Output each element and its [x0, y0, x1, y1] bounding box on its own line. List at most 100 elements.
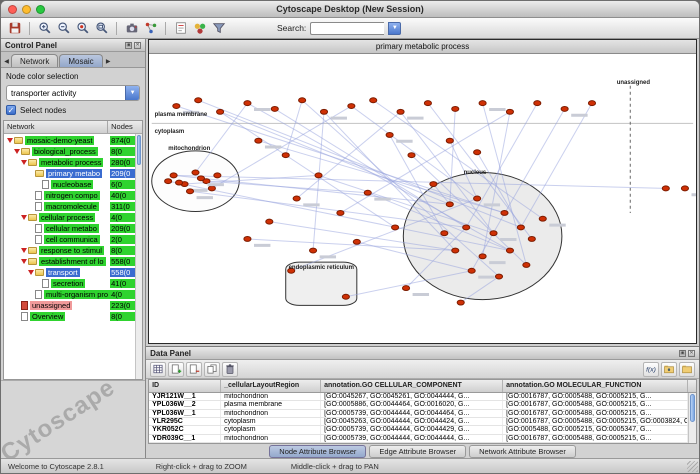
tree-row[interactable]: transport558(0 — [4, 267, 142, 278]
table-row[interactable]: YJR121W__1mitochondrion[GO:0045267, GO:0… — [149, 393, 688, 401]
network-node[interactable] — [282, 153, 289, 158]
network-node[interactable] — [457, 300, 464, 305]
function-builder-icon[interactable]: f(x) — [643, 362, 659, 377]
network-node[interactable] — [187, 189, 194, 194]
tree-expand-caret-icon[interactable] — [21, 215, 27, 220]
network-node[interactable] — [198, 176, 205, 181]
tree-header-nodes[interactable]: Nodes — [108, 121, 142, 133]
tree-row[interactable]: Overview8(0 — [4, 311, 142, 322]
network-node[interactable] — [474, 150, 481, 155]
network-node[interactable] — [479, 254, 486, 259]
zoom-in-icon[interactable] — [36, 20, 53, 37]
table-row[interactable]: YPL036W__1mitochondrion[GO:0005739, GO:0… — [149, 410, 688, 418]
network-node[interactable] — [468, 268, 475, 273]
network-node[interactable] — [321, 109, 328, 114]
minimize-window-button[interactable] — [22, 5, 31, 14]
network-node[interactable] — [479, 101, 486, 106]
network-node[interactable] — [386, 132, 393, 137]
network-node[interactable] — [310, 248, 317, 253]
network-node[interactable] — [534, 101, 541, 106]
open-folder-icon[interactable] — [679, 362, 695, 377]
tree-row[interactable]: response to stimul8(0 — [4, 245, 142, 256]
node-color-dropdown[interactable]: transporter activity ▼ — [6, 85, 140, 101]
network-node[interactable] — [214, 173, 221, 178]
network-node[interactable] — [452, 106, 459, 111]
delete-table-icon[interactable] — [222, 362, 238, 377]
network-node[interactable] — [501, 210, 508, 215]
tree-row[interactable]: cellular metabo209(0 — [4, 223, 142, 234]
network-node[interactable] — [244, 237, 251, 242]
network-node[interactable] — [315, 173, 322, 178]
tree-expand-caret-icon[interactable] — [21, 160, 27, 165]
network-node[interactable] — [353, 239, 360, 244]
zoom-window-button[interactable] — [36, 5, 45, 14]
column-header-region[interactable]: _cellularLayoutRegion — [221, 380, 321, 392]
close-data-panel-button[interactable]: ✕ — [688, 350, 695, 357]
tab-node-attribute-browser[interactable]: Node Attribute Browser — [269, 445, 366, 458]
network-node[interactable] — [528, 237, 535, 242]
snapshot-icon[interactable] — [123, 20, 140, 37]
tree-row[interactable]: primary metabo209(0 — [4, 168, 142, 179]
table-row[interactable]: YLR295Ccytoplasm[GO:0045263, GO:0044444,… — [149, 418, 688, 426]
tree-header-network[interactable]: Network — [4, 121, 108, 133]
table-scrollbar-thumb[interactable] — [690, 394, 695, 422]
tab-mosaic[interactable]: Mosaic — [59, 54, 102, 67]
tab-network[interactable]: Network — [11, 54, 58, 67]
network-node[interactable] — [430, 182, 437, 187]
float-panel-button[interactable]: ▣ — [125, 42, 132, 49]
float-data-panel-button[interactable]: ▣ — [679, 350, 686, 357]
tree-row[interactable]: secretion41(0 — [4, 278, 142, 289]
network-node[interactable] — [337, 210, 344, 215]
network-node[interactable] — [370, 98, 377, 103]
network-node[interactable] — [364, 190, 371, 195]
network-node[interactable] — [539, 216, 546, 221]
network-node[interactable] — [244, 101, 251, 106]
filter-tool-icon[interactable] — [210, 20, 227, 37]
network-node[interactable] — [517, 225, 524, 230]
network-node[interactable] — [255, 138, 262, 143]
network-node[interactable] — [424, 101, 431, 106]
select-nodes-checkbox[interactable] — [6, 105, 16, 115]
tree-scrollbar-thumb[interactable] — [137, 135, 141, 165]
search-input[interactable] — [310, 22, 384, 35]
network-node[interactable] — [403, 286, 410, 291]
table-row[interactable]: YDR039C__1mitochondrion[GO:0005739, GO:0… — [149, 435, 688, 443]
network-node[interactable] — [662, 186, 669, 191]
tree-row[interactable]: establishment of lo558(0 — [4, 256, 142, 267]
network-node[interactable] — [397, 109, 404, 114]
network-node[interactable] — [490, 231, 497, 236]
tree-row[interactable]: multi-organism pro4(0 — [4, 289, 142, 300]
network-node[interactable] — [474, 196, 481, 201]
vizmapper-icon[interactable] — [191, 20, 208, 37]
network-node[interactable] — [452, 248, 459, 253]
network-node[interactable] — [392, 225, 399, 230]
tree-row[interactable]: macromolecule311(0 — [4, 201, 142, 212]
zoom-fit-icon[interactable] — [93, 20, 110, 37]
search-dropdown-button[interactable]: ▼ — [388, 22, 401, 35]
delete-attribute-icon[interactable] — [186, 362, 202, 377]
close-window-button[interactable] — [8, 5, 17, 14]
table-row[interactable]: YKR052Ccytoplasm[GO:0005739, GO:0044444,… — [149, 426, 688, 434]
select-attributes-icon[interactable] — [150, 362, 166, 377]
network-overview-icon[interactable] — [142, 20, 159, 37]
network-node[interactable] — [217, 109, 224, 114]
network-node[interactable] — [173, 104, 180, 109]
network-node[interactable] — [446, 138, 453, 143]
network-node[interactable] — [348, 104, 355, 109]
annotation-icon[interactable] — [172, 20, 189, 37]
tree-row[interactable]: cellular process4(0 — [4, 212, 142, 223]
tab-scroll-right-button[interactable]: ▶ — [104, 56, 113, 67]
table-scrollbar[interactable] — [688, 393, 696, 443]
network-canvas[interactable]: plasma membranecytoplasmmitochondrionnuc… — [149, 54, 696, 343]
table-row[interactable]: YPL036W__2plasma membrane[GO:0005886, GO… — [149, 401, 688, 409]
network-node[interactable] — [507, 109, 514, 114]
tab-edge-attribute-browser[interactable]: Edge Attribute Browser — [369, 445, 466, 458]
tree-expand-caret-icon[interactable] — [21, 259, 27, 264]
close-panel-button[interactable]: ✕ — [134, 42, 141, 49]
tree-expand-caret-icon[interactable] — [7, 138, 13, 143]
network-node[interactable] — [195, 98, 202, 103]
zoom-selected-icon[interactable] — [74, 20, 91, 37]
column-header-cellular[interactable]: annotation.GO CELLULAR_COMPONENT — [321, 380, 503, 392]
tree-row[interactable]: nucleobase6(0 — [4, 179, 142, 190]
network-node[interactable] — [507, 248, 514, 253]
